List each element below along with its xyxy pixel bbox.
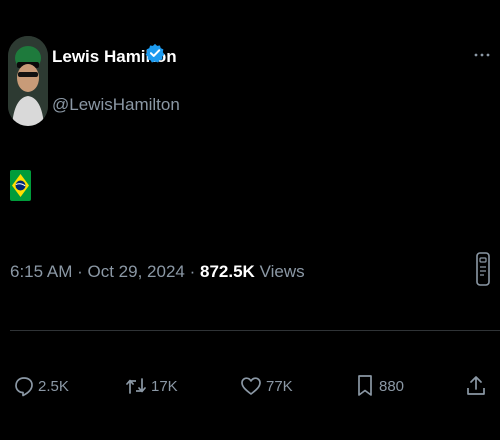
verified-badge-icon <box>145 43 165 63</box>
more-options-icon[interactable] <box>472 48 492 62</box>
heart-icon <box>241 377 261 395</box>
reply-button[interactable]: 2.5K <box>14 368 69 404</box>
views-label: Views <box>259 262 305 281</box>
views-count: 872.5K <box>200 262 255 281</box>
reply-count: 2.5K <box>38 377 69 395</box>
meta-separator: · <box>189 262 196 281</box>
analytics-icon[interactable] <box>473 250 493 288</box>
bookmark-button[interactable]: 880 <box>355 368 404 404</box>
repost-icon <box>126 378 146 394</box>
like-button[interactable]: 77K <box>240 368 293 404</box>
divider <box>10 330 500 331</box>
share-icon <box>467 376 485 395</box>
share-button[interactable] <box>465 368 491 404</box>
user-handle[interactable]: @LewisHamilton <box>52 95 180 115</box>
like-count: 77K <box>266 377 293 395</box>
bookmark-icon <box>358 375 372 396</box>
tweet-card: Lewis Hamilton @LewisHamilton 6:15 AM · … <box>0 0 500 440</box>
bookmark-count: 880 <box>379 377 405 395</box>
repost-button[interactable]: 17K <box>125 368 178 404</box>
repost-count: 17K <box>151 377 178 395</box>
tweet-time[interactable]: 6:15 AM <box>10 262 72 281</box>
meta-separator: · <box>77 262 83 281</box>
brazil-flag-emoji <box>10 170 31 201</box>
reply-icon <box>15 377 33 397</box>
tweet-meta: 6:15 AM · Oct 29, 2024 · 872.5K Views <box>10 262 305 282</box>
avatar[interactable] <box>8 36 48 126</box>
tweet-date[interactable]: Oct 29, 2024 <box>88 262 185 281</box>
